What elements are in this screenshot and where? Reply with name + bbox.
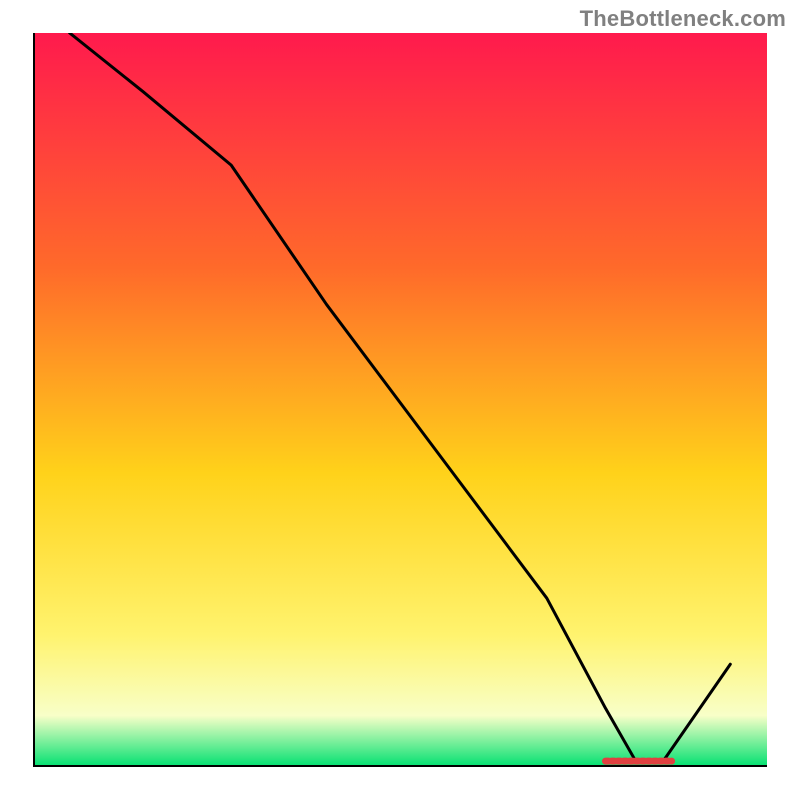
chart-svg [33, 33, 767, 767]
plot-area [33, 33, 767, 767]
chart-container: TheBottleneck.com [0, 0, 800, 800]
watermark-text: TheBottleneck.com [580, 6, 786, 32]
